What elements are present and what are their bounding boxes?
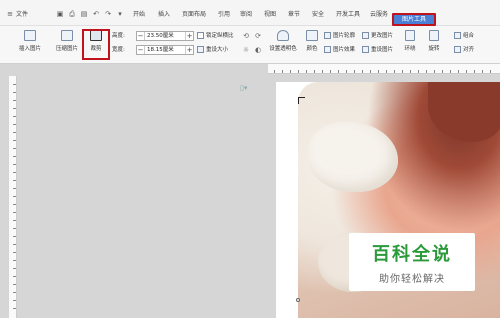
save-icon[interactable]: ▣ xyxy=(56,10,64,18)
insert-picture-label: 插入图片 xyxy=(18,46,41,52)
watermark-title: 百科全说 xyxy=(372,244,452,265)
increase-height-button[interactable]: + xyxy=(185,32,193,40)
width-value[interactable]: 18.15厘米 xyxy=(147,46,174,54)
preview-icon[interactable]: ▤ xyxy=(80,10,88,18)
watermark-badge: 百科全说 助你轻松解决 xyxy=(349,233,475,291)
file-menu[interactable]: 文件 xyxy=(16,9,28,21)
color-button[interactable]: 颜色 xyxy=(302,30,322,60)
height-label: 高度: xyxy=(112,33,125,39)
contrast-icon[interactable]: ◐ xyxy=(254,46,262,54)
rotate-icon xyxy=(429,30,439,41)
picture-icon xyxy=(24,30,36,41)
insert-picture-button[interactable]: 插入图片 xyxy=(14,30,46,60)
picture-outline-label: 图片轮廓 xyxy=(333,33,356,39)
tab-references[interactable]: 引用 xyxy=(218,9,230,21)
tab-picture-tools[interactable]: 图片工具 xyxy=(392,13,436,26)
tab-cloud[interactable]: 云服务 xyxy=(370,9,388,21)
transparent-icon xyxy=(277,30,289,41)
picture-effect-button[interactable]: 图片效果 xyxy=(324,45,355,55)
crop-corner-handle[interactable] xyxy=(298,97,305,104)
tab-insert[interactable]: 插入 xyxy=(158,9,170,21)
crop-highlight xyxy=(82,29,110,60)
transparent-label: 设置透明色 xyxy=(269,46,297,52)
document-icon[interactable]: ▯▾ xyxy=(240,84,247,92)
compress-icon xyxy=(61,30,73,41)
reset-picture-button[interactable]: 重设图片 xyxy=(362,45,393,55)
reset-size-button[interactable]: 重设大小 xyxy=(197,45,228,55)
group-label: 组合 xyxy=(463,33,475,39)
redo-icon[interactable]: ↷ xyxy=(104,10,112,18)
rotate-button[interactable]: 旋转 xyxy=(426,30,442,60)
print-icon[interactable]: ⎙ xyxy=(68,10,76,18)
outline-icon xyxy=(324,32,331,39)
change-picture-icon xyxy=(362,32,369,39)
compress-picture-button[interactable]: 压缩图片 xyxy=(52,30,82,60)
hair-shape xyxy=(428,82,500,142)
width-label: 宽度: xyxy=(112,47,125,53)
rotate-left-icon[interactable]: ⟲ xyxy=(242,32,250,40)
horizontal-ruler[interactable] xyxy=(268,64,500,74)
tab-security[interactable]: 安全 xyxy=(312,9,324,21)
decrease-width-button[interactable]: − xyxy=(137,46,145,54)
increase-width-button[interactable]: + xyxy=(185,46,193,54)
wrap-icon xyxy=(405,30,415,41)
wrap-button[interactable]: 环绕 xyxy=(402,30,418,60)
reset-size-label: 重设大小 xyxy=(206,47,229,53)
lock-ratio-checkbox[interactable]: 锁定纵横比 xyxy=(197,31,234,41)
reset-picture-icon xyxy=(362,46,369,53)
tab-chapter[interactable]: 章节 xyxy=(288,9,300,21)
picture-outline-button[interactable]: 图片轮廓 xyxy=(324,31,355,41)
lock-ratio-label: 锁定纵横比 xyxy=(206,33,234,39)
resize-handle[interactable] xyxy=(296,298,300,302)
group-icon xyxy=(454,32,461,39)
hamburger-icon[interactable]: ≡ xyxy=(6,10,14,18)
color-label: 颜色 xyxy=(306,46,318,52)
compress-picture-label: 压缩图片 xyxy=(55,46,78,52)
watermark-subtitle: 助你轻松解决 xyxy=(379,274,445,285)
align-label: 对齐 xyxy=(463,47,475,53)
change-picture-label: 更改图片 xyxy=(371,33,394,39)
wrap-label: 环绕 xyxy=(404,46,416,52)
tab-review[interactable]: 审阅 xyxy=(240,9,252,21)
undo-icon[interactable]: ↶ xyxy=(92,10,100,18)
picture-effect-label: 图片效果 xyxy=(333,47,356,53)
reset-size-icon xyxy=(197,46,204,53)
change-picture-button[interactable]: 更改图片 xyxy=(362,31,393,41)
brightness-up-icon[interactable]: ☼ xyxy=(242,46,250,54)
transparent-color-button[interactable]: 设置透明色 xyxy=(266,30,300,60)
decrease-height-button[interactable]: − xyxy=(137,32,145,40)
tab-view[interactable]: 视图 xyxy=(264,9,276,21)
align-button[interactable]: 对齐 xyxy=(454,45,474,55)
tab-page-layout[interactable]: 页面布局 xyxy=(182,9,206,21)
ribbon-toolbar: 插入图片 压缩图片 裁剪 高度: − 23.50厘米 + 宽度: − 18.15… xyxy=(0,26,500,64)
vertical-ruler[interactable] xyxy=(9,76,17,318)
checkbox-icon xyxy=(197,32,204,39)
color-icon xyxy=(306,30,318,41)
dress-ruffle-shape xyxy=(308,122,398,192)
group-button[interactable]: 组合 xyxy=(454,31,474,41)
width-spinner[interactable]: − 18.15厘米 + xyxy=(136,45,194,55)
align-icon xyxy=(454,46,461,53)
more-icon[interactable]: ▾ xyxy=(116,10,124,18)
effect-icon xyxy=(324,46,331,53)
height-value[interactable]: 23.50厘米 xyxy=(147,32,174,40)
tab-developer[interactable]: 开发工具 xyxy=(336,9,360,21)
reset-picture-label: 重设图片 xyxy=(371,47,394,53)
height-spinner[interactable]: − 23.50厘米 + xyxy=(136,31,194,41)
rotate-label: 旋转 xyxy=(428,46,440,52)
rotate-right-icon[interactable]: ⟳ xyxy=(254,32,262,40)
tab-home[interactable]: 开始 xyxy=(133,9,145,21)
